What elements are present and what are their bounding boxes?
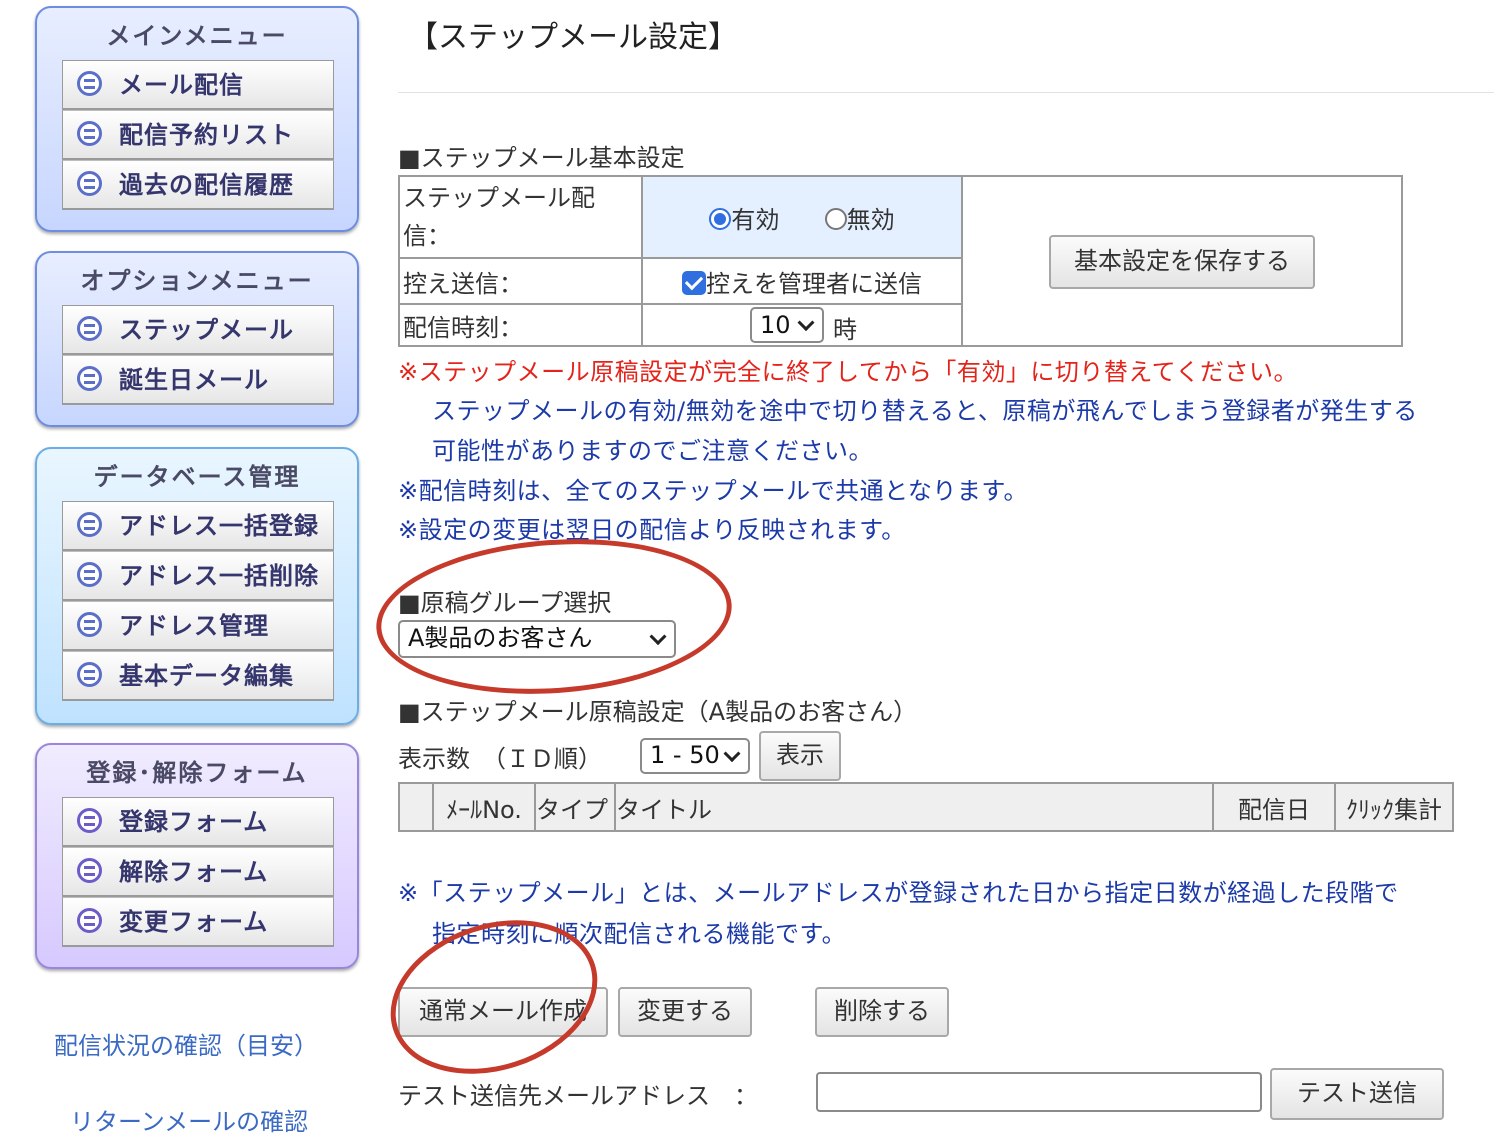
warning-note-line1: ステップメールの有効/無効を途中で切り替えると、原稿が飛んでしまう登録者が発生す… <box>432 397 1418 425</box>
column-title: タイトル <box>614 782 1214 832</box>
time-unit: 時 <box>833 316 857 344</box>
face-icon <box>77 171 102 196</box>
warning-note: ※ステップメール原稿設定が完全に終了してから「有効」に切り替えてください。 <box>398 358 1298 386</box>
menu-item-bulk-register[interactable]: アドレス一括登録 <box>62 501 334 551</box>
delivery-status-link[interactable]: 配信状況の確認（目安） <box>54 1026 318 1061</box>
change-note: ※設定の変更は翌日の配信より反映されます。 <box>398 516 906 544</box>
chevron-down-icon <box>797 314 815 332</box>
display-count-label: 表示数 （ＩＤ順） <box>398 745 602 773</box>
chevron-down-icon <box>649 628 667 646</box>
basic-settings-table: ステップメール配信： 有効 無効 基本設定を保存する 控え送信： 控えを管理者に… <box>398 175 1403 347</box>
time-note: ※配信時刻は、全てのステップメールで共通となります。 <box>398 477 1028 505</box>
chevron-down-icon <box>723 745 741 763</box>
enabled-radio[interactable] <box>709 207 732 230</box>
warning-note-line2: 可能性がありますのでご注意ください。 <box>432 437 873 465</box>
group-heading: ■原稿グループ選択 <box>398 589 612 617</box>
explanation-line2: 指定時刻に順次配信される機能です。 <box>432 920 847 948</box>
face-icon <box>77 512 102 537</box>
database-menu: データベース管理 アドレス一括登録 アドレス一括削除 アドレス管理 基本データ編… <box>35 447 359 725</box>
explanation-line1: ※「ステップメール」とは、メールアドレスが登録された日から指定日数が経過した段階… <box>398 879 1399 907</box>
column-type: タイプ <box>534 782 616 832</box>
menu-item-history[interactable]: 過去の配信履歴 <box>62 160 334 210</box>
drafts-heading: ■ステップメール原稿設定（A製品のお客さん） <box>398 698 918 726</box>
form-menu-title: 登録･解除フォーム <box>86 759 308 787</box>
face-icon <box>77 908 102 933</box>
face-icon <box>77 71 102 96</box>
main-menu: メインメニュー メール配信 配信予約リスト 過去の配信履歴 <box>35 6 359 232</box>
create-mail-button[interactable]: 通常メール作成 <box>398 987 608 1037</box>
column-click-count: ｸﾘｯｸ集計 <box>1334 782 1454 832</box>
range-select[interactable]: 1 - 50 <box>640 738 750 774</box>
cc-cell: 控えを管理者に送信 <box>641 257 963 305</box>
cc-checkbox-label: 控えを管理者に送信 <box>706 269 922 298</box>
option-menu: オプションメニュー ステップメール 誕生日メール <box>35 251 359 427</box>
delivery-radio-cell: 有効 無効 <box>641 175 963 259</box>
delivery-label: ステップメール配信： <box>398 175 643 259</box>
option-menu-title: オプションメニュー <box>80 267 314 295</box>
face-icon <box>77 366 102 391</box>
main-menu-title: メインメニュー <box>106 22 288 50</box>
group-select[interactable]: A製品のお客さん <box>398 620 676 658</box>
database-menu-title: データベース管理 <box>93 463 301 491</box>
face-icon <box>77 662 102 687</box>
time-label: 配信時刻： <box>398 303 643 347</box>
cc-checkbox[interactable] <box>682 270 706 295</box>
menu-item-bulk-delete[interactable]: アドレス一括削除 <box>62 551 334 601</box>
test-send-button[interactable]: テスト送信 <box>1270 1068 1444 1120</box>
menu-item-basic-data[interactable]: 基本データ編集 <box>62 651 334 701</box>
page-title: 【ステップメール設定】 <box>408 20 738 55</box>
menu-item-address-manage[interactable]: アドレス管理 <box>62 601 334 651</box>
face-icon <box>77 612 102 637</box>
menu-item-unsubscribe-form[interactable]: 解除フォーム <box>62 847 334 897</box>
face-icon <box>77 858 102 883</box>
form-menu: 登録･解除フォーム 登録フォーム 解除フォーム 変更フォーム <box>35 743 359 969</box>
face-icon <box>77 808 102 833</box>
disabled-label: 無効 <box>846 205 895 234</box>
face-icon <box>77 121 102 146</box>
basic-settings-heading: ■ステップメール基本設定 <box>398 144 685 172</box>
save-basic-settings-button[interactable]: 基本設定を保存する <box>1049 235 1315 289</box>
drafts-table: ﾒｰﾙNo. タイプ タイトル 配信日 ｸﾘｯｸ集計 <box>398 782 1454 832</box>
column-mail-no: ﾒｰﾙNo. <box>432 782 536 832</box>
change-button[interactable]: 変更する <box>618 987 752 1037</box>
disabled-radio[interactable] <box>824 207 847 230</box>
menu-item-birthday-mail[interactable]: 誕生日メール <box>62 355 334 405</box>
enabled-label: 有効 <box>731 205 780 234</box>
menu-item-register-form[interactable]: 登録フォーム <box>62 797 334 847</box>
cc-label: 控え送信： <box>398 257 643 305</box>
return-mail-link[interactable]: リターンメールの確認 <box>70 1102 308 1137</box>
menu-item-reservation-list[interactable]: 配信予約リスト <box>62 110 334 160</box>
column-delivery-date: 配信日 <box>1212 782 1336 832</box>
menu-item-mail-delivery[interactable]: メール配信 <box>62 60 334 110</box>
column-select <box>398 782 434 832</box>
time-cell: 10 時 <box>641 303 963 347</box>
face-icon <box>77 316 102 341</box>
divider <box>398 92 1494 93</box>
time-select[interactable]: 10 <box>750 307 824 343</box>
test-address-label: テスト送信先メールアドレス ： <box>398 1082 758 1110</box>
display-button[interactable]: 表示 <box>759 731 841 781</box>
menu-item-step-mail[interactable]: ステップメール <box>62 305 334 355</box>
delete-button[interactable]: 削除する <box>815 987 949 1037</box>
save-cell: 基本設定を保存する <box>961 175 1403 347</box>
test-address-input[interactable] <box>816 1072 1262 1112</box>
menu-item-change-form[interactable]: 変更フォーム <box>62 897 334 947</box>
face-icon <box>77 562 102 587</box>
